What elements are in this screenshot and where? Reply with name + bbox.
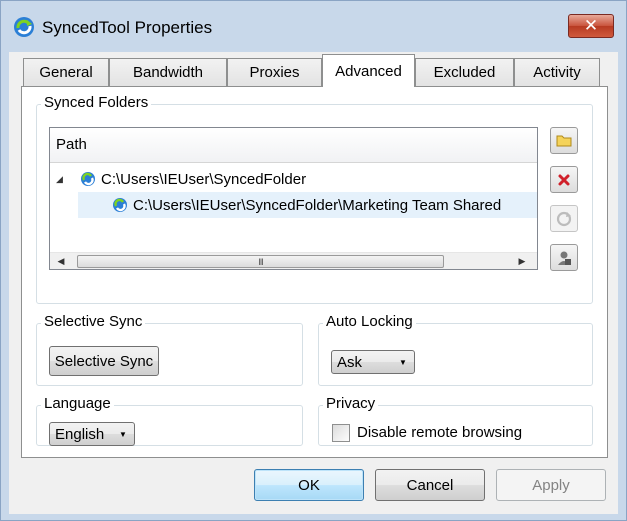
dialog-client-area: General Bandwidth Proxies Advanced Exclu… <box>9 52 618 514</box>
tab-label: Bandwidth <box>132 64 204 81</box>
user-lock-icon <box>558 251 571 265</box>
ok-button-label: OK <box>298 476 320 494</box>
sync-folder-icon <box>113 198 127 212</box>
tab-general[interactable]: General <box>23 58 109 86</box>
tree-row-marketing-folder[interactable]: C:\Users\IEUser\SyncedFolder\Marketing T… <box>78 192 537 218</box>
tab-strip: General Bandwidth Proxies Advanced Exclu… <box>9 52 618 88</box>
auto-locking-group: Auto Locking Ask ▼ <box>318 313 593 386</box>
sync-icon <box>556 211 572 226</box>
synced-folders-group: Synced Folders Path ◢ C:\Users\IEUser\Sy… <box>36 94 593 304</box>
cancel-button-label: Cancel <box>406 476 454 494</box>
tab-advanced[interactable]: Advanced <box>322 54 415 87</box>
permissions-button[interactable] <box>550 244 578 271</box>
advanced-tab-panel: Synced Folders Path ◢ C:\Users\IEUser\Sy… <box>21 86 608 458</box>
app-sync-icon <box>14 17 34 37</box>
language-label: Language <box>41 395 114 412</box>
apply-button-label: Apply <box>532 476 570 494</box>
title-bar[interactable]: SyncedTool Properties ✕ <box>1 1 626 51</box>
folder-icon <box>556 135 572 147</box>
language-dropdown[interactable]: English ▼ <box>49 422 135 446</box>
privacy-group: Privacy Disable remote browsing <box>318 395 593 446</box>
selective-sync-button[interactable]: Selective Sync <box>49 346 159 376</box>
delete-x-icon <box>558 174 570 185</box>
ok-button[interactable]: OK <box>254 469 364 501</box>
tab-label: Proxies <box>249 64 300 81</box>
selective-sync-button-label: Selective Sync <box>54 352 154 370</box>
synced-folders-list[interactable]: Path ◢ C:\Users\IEUser\SyncedFolder C:\U… <box>49 127 538 270</box>
scroll-thumb[interactable]: III <box>77 255 444 268</box>
window-title: SyncedTool Properties <box>42 18 213 37</box>
selective-sync-label: Selective Sync <box>41 313 146 330</box>
expand-arrow-icon[interactable]: ◢ <box>56 174 80 185</box>
tab-proxies[interactable]: Proxies <box>227 58 322 86</box>
remove-folder-button[interactable] <box>550 166 578 193</box>
close-icon: ✕ <box>583 16 599 35</box>
apply-button[interactable]: Apply <box>496 469 606 501</box>
auto-locking-value: Ask <box>337 353 363 371</box>
horizontal-scrollbar[interactable]: ◀ III ▶ <box>50 252 537 269</box>
tree-row-synced-folder[interactable]: ◢ C:\Users\IEUser\SyncedFolder <box>50 166 537 192</box>
tab-label: Activity <box>533 64 581 81</box>
tab-label: Excluded <box>433 64 496 81</box>
dropdown-arrow-icon: ▼ <box>399 357 407 367</box>
tab-bandwidth[interactable]: Bandwidth <box>109 58 227 86</box>
disable-remote-browsing-label[interactable]: Disable remote browsing <box>357 424 522 441</box>
sync-folder-icon <box>81 172 95 186</box>
dropdown-arrow-icon: ▼ <box>119 429 127 439</box>
tab-label: Advanced <box>335 62 402 80</box>
language-value: English <box>55 425 105 443</box>
selective-sync-group: Selective Sync Selective Sync <box>36 313 303 386</box>
language-group: Language English ▼ <box>36 395 303 446</box>
browse-folder-button[interactable] <box>550 127 578 154</box>
tab-excluded[interactable]: Excluded <box>415 58 514 86</box>
privacy-label: Privacy <box>323 395 379 412</box>
cancel-button[interactable]: Cancel <box>375 469 485 501</box>
close-button[interactable]: ✕ <box>568 14 614 38</box>
tab-activity[interactable]: Activity <box>514 58 600 86</box>
path-column-label: Path <box>56 136 87 153</box>
scroll-grip-icon: III <box>258 256 263 267</box>
disable-remote-browsing-checkbox[interactable] <box>332 424 350 442</box>
folder-path: C:\Users\IEUser\SyncedFolder\Marketing T… <box>133 196 502 214</box>
synced-folders-label: Synced Folders <box>41 94 152 111</box>
auto-locking-label: Auto Locking <box>323 313 416 330</box>
scroll-left-arrow-icon[interactable]: ◀ <box>55 256 67 267</box>
refresh-folder-button[interactable] <box>550 205 578 232</box>
tab-label: General <box>39 64 93 81</box>
auto-locking-dropdown[interactable]: Ask ▼ <box>331 350 415 374</box>
properties-window: SyncedTool Properties ✕ General Bandwidt… <box>0 0 627 521</box>
scroll-right-arrow-icon[interactable]: ▶ <box>516 256 528 267</box>
path-column-header[interactable]: Path <box>50 128 537 163</box>
folder-path: C:\Users\IEUser\SyncedFolder <box>101 170 307 188</box>
